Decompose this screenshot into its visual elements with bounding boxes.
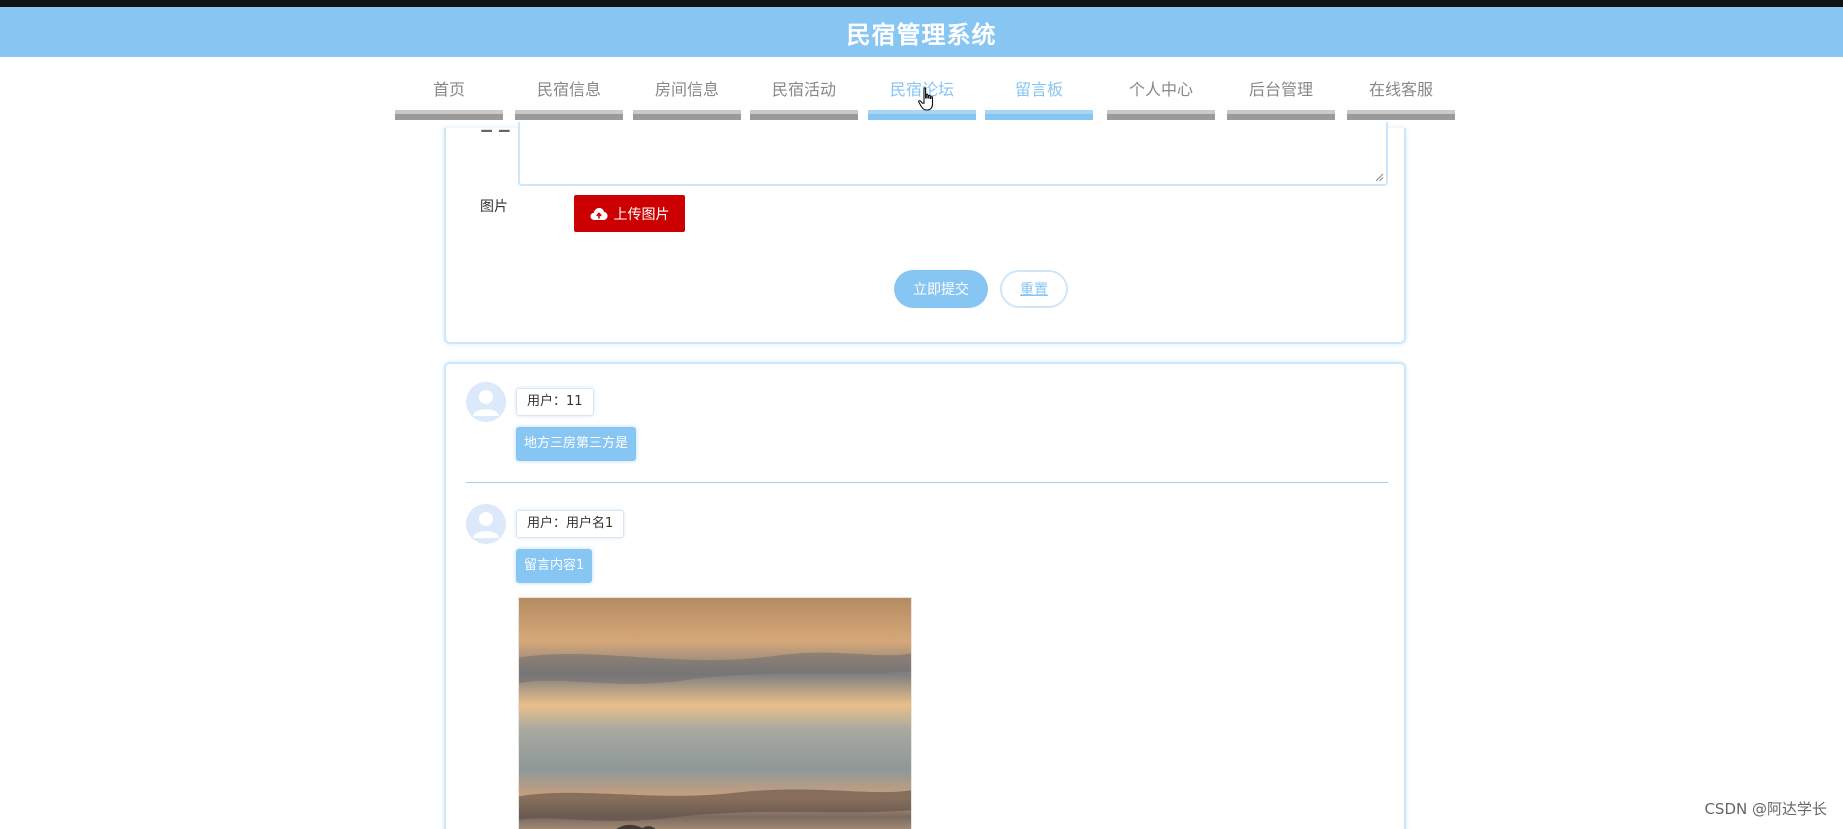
list-item: 用户：用户名1 留言内容1 <box>466 504 1388 829</box>
message-form: ▬ ▬ 图片 上传图片 立即提交 重置 <box>444 122 1406 344</box>
nav-item-bar <box>985 110 1093 120</box>
site-title: 民宿管理系统 <box>846 20 997 49</box>
message-image <box>518 597 912 829</box>
hand-pointer-icon <box>918 87 934 111</box>
nav-item-online-service[interactable]: 在线客服 <box>1347 76 1455 120</box>
nav-item-label: 个人中心 <box>1128 80 1193 99</box>
nav-item-home[interactable]: 首页 <box>395 76 503 120</box>
message-user: 用户：用户名1 <box>516 510 625 538</box>
watermark: CSDN @阿达学长 <box>1704 800 1827 818</box>
nav-item-label: 民宿活动 <box>771 80 836 99</box>
nav-item-admin[interactable]: 后台管理 <box>1227 76 1335 120</box>
message-divider <box>466 482 1388 483</box>
message-content: 地方三房第三方是 <box>516 427 637 461</box>
nav-item-bar <box>395 110 503 120</box>
nav-item-homestay-activities[interactable]: 民宿活动 <box>750 76 858 120</box>
nav-item-bar <box>515 110 623 120</box>
cloud-upload-icon <box>590 207 607 220</box>
message-textarea[interactable] <box>518 122 1388 186</box>
user-avatar-icon <box>466 504 506 544</box>
message-list: 用户：11 地方三房第三方是 用户：用户名1 留言内容1 <box>444 362 1406 829</box>
nav-item-label: 首页 <box>432 80 465 99</box>
nav-item-message-board[interactable]: 留言板 <box>985 76 1093 120</box>
nav-item-bar <box>633 110 741 120</box>
nav-item-bar <box>1227 110 1335 120</box>
nav-item-personal-center[interactable]: 个人中心 <box>1107 76 1215 120</box>
nav-item-label: 房间信息 <box>654 80 719 99</box>
nav-item-bar <box>1107 110 1215 120</box>
list-item: 用户：11 地方三房第三方是 <box>466 382 1388 462</box>
submit-button[interactable]: 立即提交 <box>894 270 988 308</box>
nav-item-room-info[interactable]: 房间信息 <box>633 76 741 120</box>
nav-item-bar <box>750 110 858 120</box>
window-top-edge <box>0 0 1843 7</box>
nav-item-label: 留言板 <box>1014 80 1063 99</box>
resize-grip-icon[interactable] <box>1374 172 1384 182</box>
nav-item-homestay-info[interactable]: 民宿信息 <box>515 76 623 120</box>
nav-item-bar <box>1347 110 1455 120</box>
message-user: 用户：11 <box>516 388 594 416</box>
message-content: 留言内容1 <box>516 549 593 583</box>
upload-image-label: 上传图片 <box>613 206 670 223</box>
upload-image-button[interactable]: 上传图片 <box>574 195 685 232</box>
user-avatar-icon <box>466 382 506 422</box>
nav-item-label: 在线客服 <box>1368 80 1433 99</box>
image-field-label: 图片 <box>480 199 508 215</box>
content-label-partial: ▬ ▬ <box>480 124 511 132</box>
reset-button[interactable]: 重置 <box>1000 270 1068 308</box>
nav-item-label: 后台管理 <box>1248 80 1313 99</box>
site-header: 民宿管理系统 <box>0 7 1843 57</box>
nav-item-label: 民宿信息 <box>536 80 601 99</box>
